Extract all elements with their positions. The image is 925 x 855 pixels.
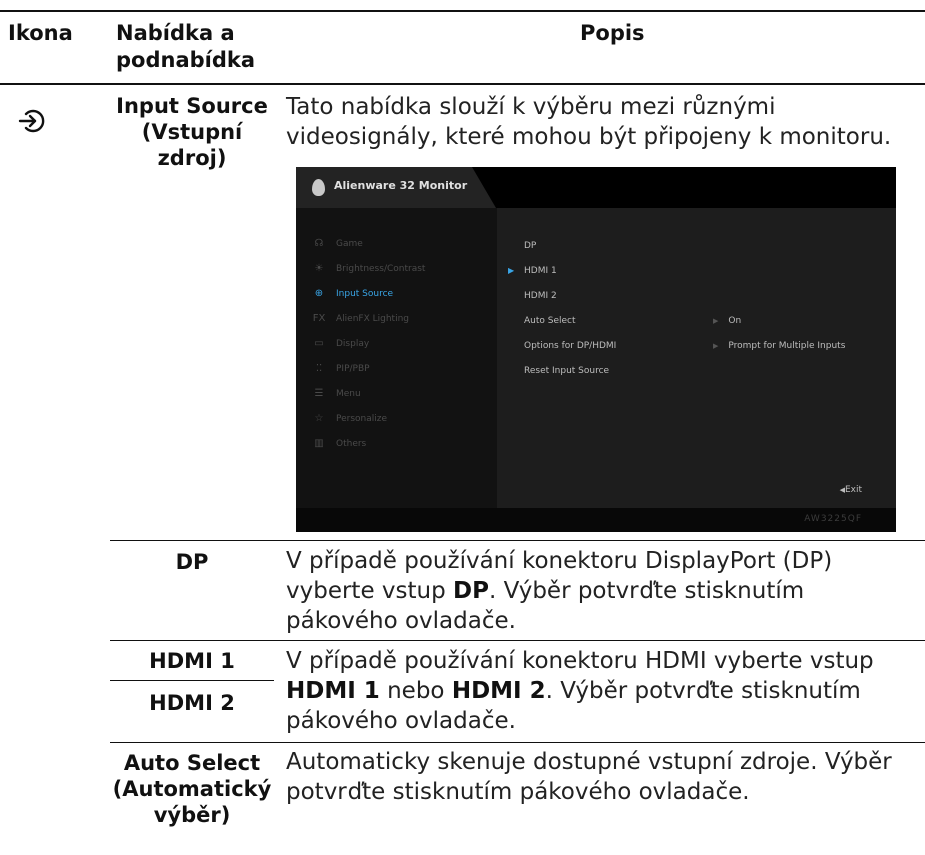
selection-pointer-icon: ▶	[508, 266, 515, 275]
osd-menu-item-personalize[interactable]: ☆ Personalize	[310, 413, 490, 429]
osd-menu-item-input-source[interactable]: ⊕ Input Source	[310, 288, 490, 304]
hdmi-description: V případě používání konektoru HDMI vyber…	[286, 646, 886, 736]
input-source-label-line2: (Vstupní zdroj)	[141, 120, 243, 170]
arrow-right-icon: ▶	[713, 342, 719, 350]
hdmi-separator-rule	[110, 680, 274, 681]
osd-bottom-bar: AW3225QF	[296, 508, 896, 532]
osd-menu-label: PIP/PBP	[336, 364, 370, 374]
osd-option-dp-hdmi[interactable]: Options for DP/HDMI	[524, 341, 616, 351]
osd-value-dp-hdmi-text: Prompt for Multiple Inputs	[728, 341, 846, 351]
osd-menu-item-pip-pbp[interactable]: ⁚⁚ PIP/PBP	[310, 363, 490, 379]
others-icon: ▥	[314, 438, 324, 449]
hdmi-desc-bold2: HDMI 2	[451, 678, 546, 704]
auto-select-label-line1: Auto Select	[123, 751, 261, 775]
osd-option-dp[interactable]: DP	[524, 241, 536, 251]
input-source-description: Tato nabídka slouží k výběru mezi různým…	[286, 94, 892, 150]
dp-label: DP	[175, 550, 209, 574]
osd-menu-label: Others	[336, 439, 367, 449]
osd-menu-label: Menu	[336, 389, 361, 399]
star-icon: ☆	[314, 413, 324, 424]
header-menu: Nabídka a podnabídka	[116, 21, 256, 72]
osd-menu-label: Game	[336, 239, 363, 249]
alienware-logo-icon	[312, 179, 325, 196]
menu-icon: ☰	[314, 388, 324, 399]
osd-menu-item-alienfx[interactable]: FX AlienFX Lighting	[310, 313, 490, 329]
osd-value-auto-select: ▶ On	[713, 316, 741, 326]
header-bottom-rule	[0, 83, 925, 85]
osd-option-hdmi1[interactable]: HDMI 1	[524, 266, 557, 276]
osd-menu-label: Display	[336, 339, 370, 349]
auto-select-label-line2: (Automatický	[112, 777, 272, 801]
auto-select-label: Auto Select (Automatický výběr)	[108, 750, 276, 828]
dp-desc-bold: DP	[453, 578, 489, 604]
osd-menu-label: Personalize	[336, 414, 388, 424]
pip-icon: ⁚⁚	[315, 363, 323, 374]
arrow-right-icon: ▶	[713, 317, 719, 325]
input-source-label-line1: Input Source	[116, 94, 268, 118]
auto-select-label-line3: výběr)	[153, 803, 231, 827]
osd-menu-list: ☊ Game ☀ Brightness/Contrast ⊕ Input Source…	[296, 208, 496, 508]
osd-model-label: AW3225QF	[804, 514, 862, 524]
hdmi1-label: HDMI 1	[149, 649, 235, 673]
osd-screenshot: Alienware 32 Monitor ☊ Game ☀ Brightness/C…	[296, 167, 896, 532]
osd-top-bar: Alienware 32 Monitor	[296, 167, 896, 208]
auto-select-description: Automaticky skenuje dostupné vstupní zdr…	[286, 749, 892, 805]
osd-value-auto-select-text: On	[728, 316, 742, 326]
hdmi-desc-bold1: HDMI 1	[286, 678, 380, 704]
osd-menu-label: Input Source	[336, 289, 394, 299]
osd-exit-label: Exit	[844, 485, 862, 495]
osd-menu-item-others[interactable]: ▥ Others	[310, 438, 490, 454]
sun-icon: ☀	[314, 263, 324, 274]
osd-menu-item-brightness[interactable]: ☀ Brightness/Contrast	[310, 263, 490, 279]
osd-option-auto-select[interactable]: Auto Select	[524, 316, 576, 326]
hdmi2-label: HDMI 2	[149, 691, 235, 715]
dp-description: V případě používání konektoru DisplayPor…	[286, 546, 886, 636]
table-top-rule	[0, 10, 925, 12]
osd-option-reset[interactable]: Reset Input Source	[524, 366, 609, 376]
osd-option-hdmi2[interactable]: HDMI 2	[524, 291, 557, 301]
osd-menu-item-menu[interactable]: ☰ Menu	[310, 388, 490, 404]
input-source-icon	[18, 107, 50, 135]
hdmi-desc-pre: V případě používání konektoru HDMI vyber…	[286, 648, 874, 674]
osd-menu-label: Brightness/Contrast	[336, 264, 426, 274]
dp-top-rule	[110, 540, 925, 541]
osd-menu-item-game[interactable]: ☊ Game	[310, 238, 490, 254]
header-icon: Ikona	[8, 21, 73, 45]
header-description: Popis	[580, 21, 645, 45]
osd-submenu: DP ▶ HDMI 1 HDMI 2 Auto Select ▶ On Optio…	[497, 208, 896, 508]
hdmi-top-rule	[110, 640, 925, 641]
osd-exit-button[interactable]: ◀Exit	[840, 485, 862, 495]
osd-brand-label: Alienware 32 Monitor	[334, 179, 468, 192]
display-icon: ▭	[314, 338, 324, 349]
osd-brand-tab: Alienware 32 Monitor	[296, 167, 496, 208]
fx-icon: FX	[312, 313, 326, 324]
input-source-label: Input Source (Vstupní zdroj)	[108, 93, 276, 171]
hdmi-desc-mid: nebo	[379, 678, 452, 704]
osd-menu-label: AlienFX Lighting	[336, 314, 409, 324]
gamepad-icon: ☊	[314, 238, 324, 249]
input-source-icon: ⊕	[314, 288, 324, 299]
osd-menu-item-display[interactable]: ▭ Display	[310, 338, 490, 354]
osd-value-dp-hdmi: ▶ Prompt for Multiple Inputs	[713, 341, 845, 351]
auto-select-top-rule	[110, 742, 925, 743]
